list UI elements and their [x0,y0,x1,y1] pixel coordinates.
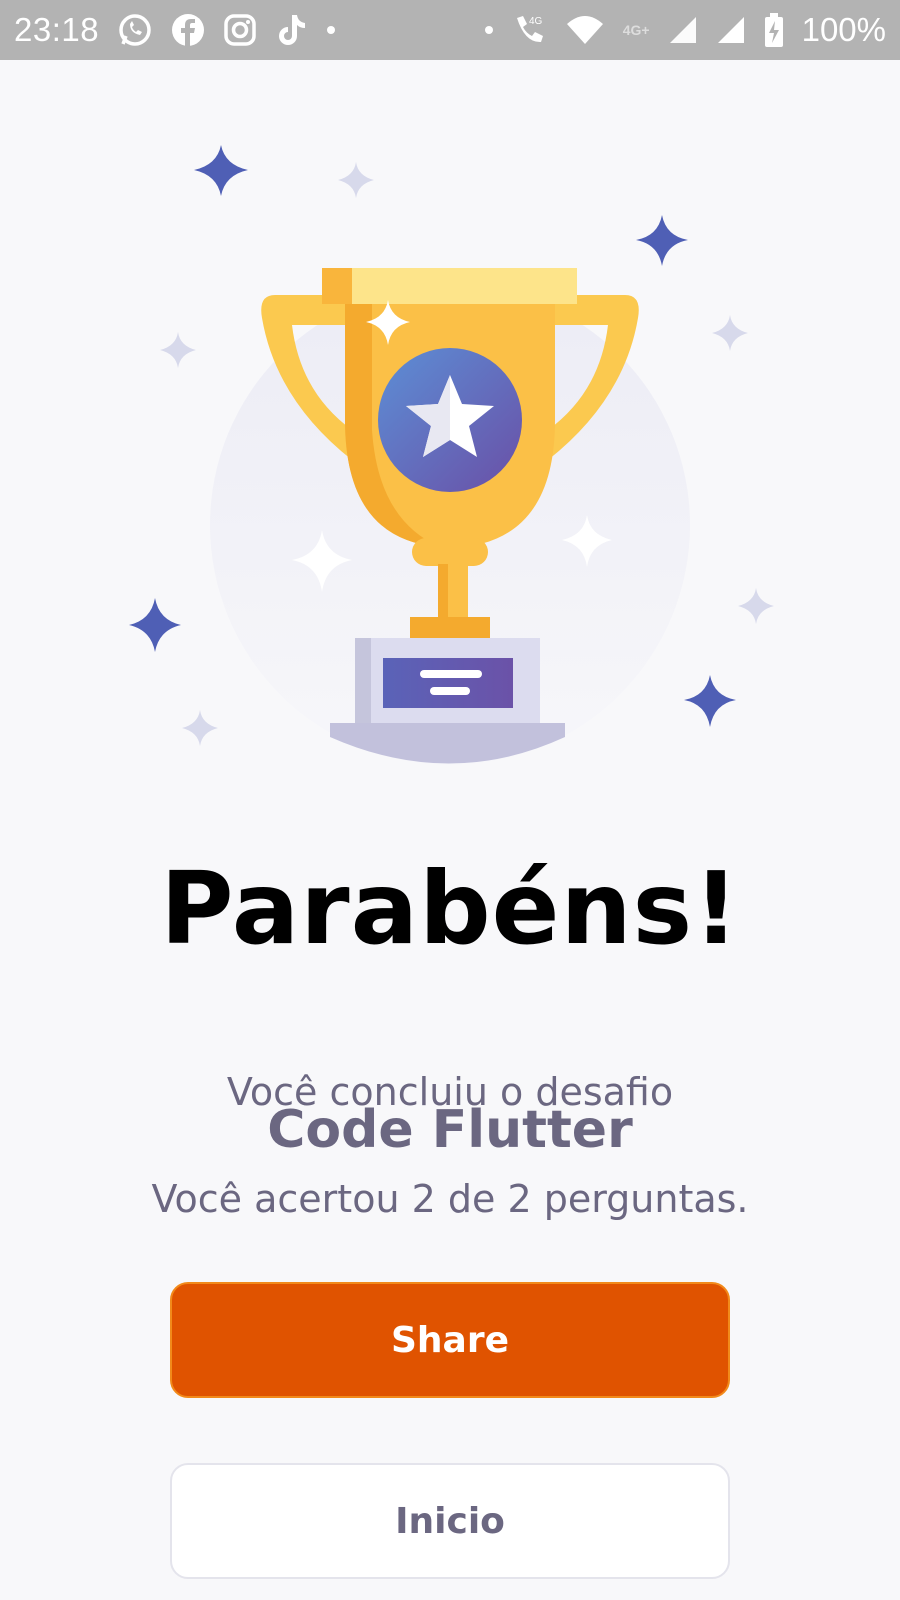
battery-charging-icon [764,13,784,47]
home-button-label: Inicio [395,1500,505,1542]
volte-call-icon: 4G [511,12,547,48]
share-button[interactable]: Share [170,1282,730,1398]
wifi-icon [565,14,605,46]
status-left: 23:18 [14,11,336,49]
trophy-base [330,638,565,764]
score-text: Você acertou 2 de 2 perguntas. [151,1177,749,1221]
facebook-icon [171,13,205,47]
notification-dot-icon [327,26,336,34]
share-button-label: Share [390,1319,510,1361]
status-bar: 23:18 4G 4G+ 100% [0,0,900,60]
status-right: 4G 4G+ 100% [484,11,886,49]
trophy-illustration [129,145,774,765]
instagram-icon [223,13,257,47]
congrats-title: Parabéns! [160,850,740,967]
home-button[interactable]: Inicio [170,1463,730,1579]
battery-percent: 100% [801,11,886,48]
network-label: 4G [529,16,543,27]
medal-star-icon [378,348,522,492]
challenge-name: Code Flutter [267,1100,633,1160]
signal-icon-1 [668,15,698,45]
status-time: 23:18 [14,11,100,48]
tiktok-icon [275,12,309,48]
signal-icon-2 [716,15,746,45]
whatsapp-icon [117,12,153,48]
network-label-2: 4G+ [622,22,650,38]
notification-dot-icon [484,26,493,34]
